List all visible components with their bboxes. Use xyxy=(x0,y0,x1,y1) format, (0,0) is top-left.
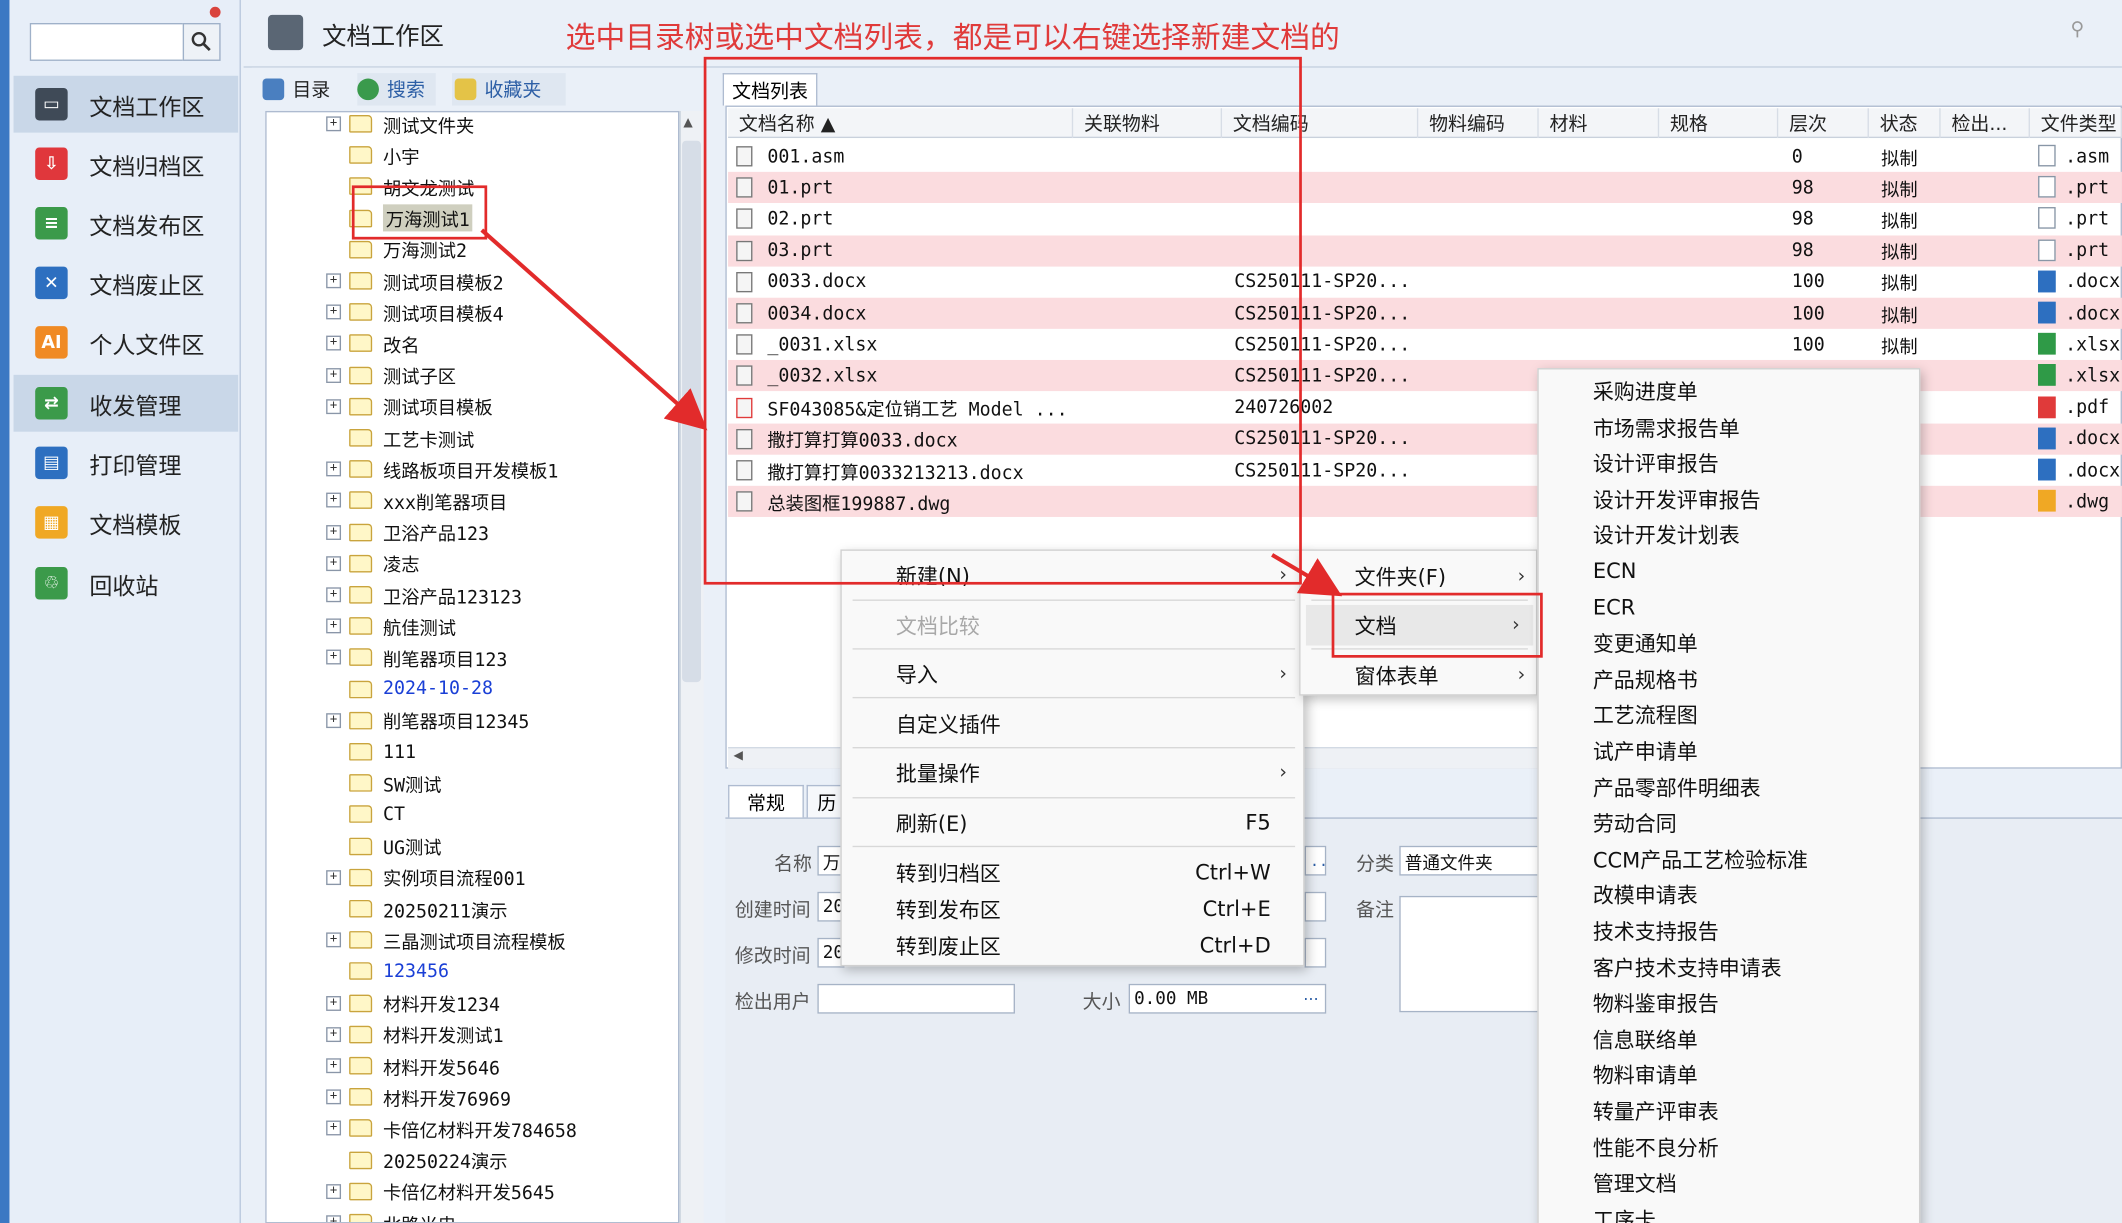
annotation-arrows xyxy=(480,228,1343,597)
arrow-to-document-item xyxy=(1271,553,1343,597)
app-window: ▭ 文档工作区 ⇩ 文档归档区 ≡ 文档发布区 ✕ 文档废止区 AI 个人文件区 ⇄ 收发管理 ▤ 打印管… xyxy=(0,0,2122,1223)
arrow-tree-to-list xyxy=(480,228,708,431)
